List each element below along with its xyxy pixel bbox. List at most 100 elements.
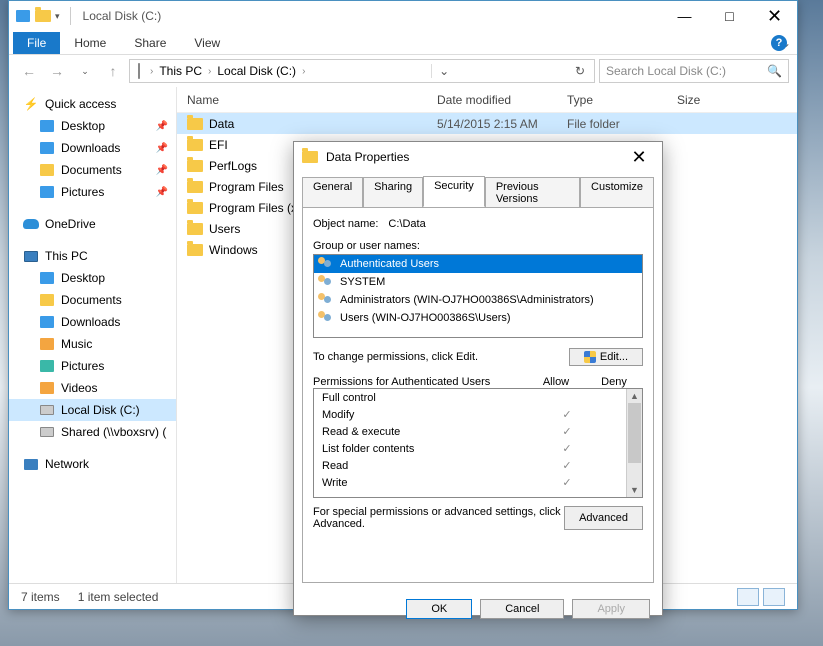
breadcrumb[interactable]: › This PC › Local Disk (C:) › ⌄ ↻ [129,59,595,83]
sidebar-item-local-disk[interactable]: Local Disk (C:) [9,399,176,421]
breadcrumb-dropdown-icon[interactable]: ⌄ [431,64,451,78]
users-icon [318,293,334,307]
advanced-label: For special permissions or advanced sett… [313,506,564,530]
dialog-buttons: OK Cancel Apply [294,591,662,627]
close-button[interactable]: ✕ [752,2,797,30]
chevron-right-icon[interactable]: › [150,66,153,77]
file-name: Windows [209,243,258,257]
sidebar-item-downloads[interactable]: Downloads 📌 [9,137,176,159]
user-list-item[interactable]: Users (WIN-OJ7HO00386S\Users) [314,309,642,327]
tab-file[interactable]: File [13,32,60,54]
close-button[interactable]: ✕ [624,147,654,168]
sidebar-item-this-pc[interactable]: This PC [9,245,176,267]
sidebar-item-desktop[interactable]: Desktop [9,267,176,289]
sidebar-item-network[interactable]: Network [9,453,176,475]
allow-check: ✓ [542,408,592,421]
tab-general[interactable]: General [302,177,363,208]
edit-button[interactable]: Edit... [569,348,643,366]
file-name: PerfLogs [209,159,257,173]
sidebar-item-music[interactable]: Music [9,333,176,355]
tab-share[interactable]: Share [120,32,180,54]
sidebar-item-downloads[interactable]: Downloads [9,311,176,333]
folder-icon [187,181,203,193]
sidebar-item-quick-access[interactable]: ⚡ Quick access [9,93,176,115]
column-type[interactable]: Type [557,93,667,107]
user-name: Users (WIN-OJ7HO00386S\Users) [340,312,511,324]
help-icon[interactable]: ? [771,35,787,51]
sidebar-item-onedrive[interactable]: OneDrive [9,213,176,235]
sidebar-label: Desktop [61,271,105,285]
forward-button[interactable]: → [45,59,69,83]
divider [70,7,71,25]
user-list-item[interactable]: Authenticated Users [314,255,642,273]
scroll-thumb[interactable] [628,403,641,463]
scroll-up-icon[interactable]: ▲ [627,389,642,403]
search-icon[interactable]: 🔍 [767,64,782,78]
recent-locations-icon[interactable]: ⌄ [73,59,97,83]
tab-security[interactable]: Security [423,176,485,207]
tab-view[interactable]: View [180,32,234,54]
advanced-button[interactable]: Advanced [564,506,643,530]
sidebar-item-shared[interactable]: Shared (\\vboxsrv) ( [9,421,176,443]
sidebar-label: Downloads [61,141,120,155]
permission-row: Read & execute✓ [314,423,642,440]
tab-sharing[interactable]: Sharing [363,177,423,208]
pin-icon[interactable]: 📌 [156,187,168,198]
large-icons-view-icon[interactable] [763,588,785,606]
dialog-title-bar[interactable]: Data Properties ✕ [294,142,662,172]
column-name[interactable]: Name [177,93,427,107]
sidebar-item-videos[interactable]: Videos [9,377,176,399]
cancel-button[interactable]: Cancel [480,599,564,619]
apply-button[interactable]: Apply [572,599,650,619]
permission-row: Write✓ [314,474,642,491]
file-name: Program Files [209,180,284,194]
chevron-right-icon[interactable]: › [302,66,305,77]
breadcrumb-current[interactable]: Local Disk (C:) [217,64,296,78]
tab-home[interactable]: Home [60,32,120,54]
drive-icon [138,64,140,78]
tab-previous-versions[interactable]: Previous Versions [485,177,580,208]
quick-folder-icon[interactable] [35,8,51,24]
sidebar-item-pictures[interactable]: Pictures📌 [9,181,176,203]
permissions-list[interactable]: Full controlModify✓Read & execute✓List f… [313,388,643,498]
column-date[interactable]: Date modified [427,93,557,107]
permission-label: Modify [322,409,542,421]
maximize-button[interactable]: □ [707,2,752,30]
tab-customize[interactable]: Customize [580,177,654,208]
group-users-label: Group or user names: [313,240,643,252]
scroll-down-icon[interactable]: ▼ [627,483,642,497]
user-list[interactable]: Authenticated UsersSYSTEM Administrators … [313,254,643,338]
permission-row: List folder contents✓ [314,440,642,457]
quick-access-icon: ⚡ [23,96,39,112]
breadcrumb-root[interactable]: This PC [159,64,202,78]
back-button[interactable]: ← [17,59,41,83]
desktop-icon [39,270,55,286]
sidebar-item-documents[interactable]: Documents [9,289,176,311]
user-list-item[interactable]: Administrators (WIN-OJ7HO00386S\Administ… [314,291,642,309]
sidebar-item-pictures[interactable]: Pictures [9,355,176,377]
permission-label: Read & execute [322,426,542,438]
downloads-icon [39,314,55,330]
pin-icon[interactable]: 📌 [156,121,168,132]
search-input[interactable]: Search Local Disk (C:) 🔍 [599,59,789,83]
chevron-right-icon[interactable]: › [208,66,211,77]
file-name: EFI [209,138,228,152]
sidebar-item-desktop[interactable]: Desktop📌 [9,115,176,137]
up-button[interactable]: ↑ [101,59,125,83]
title-bar[interactable]: ▾ Local Disk (C:) — □ ✕ [9,1,797,31]
pin-icon[interactable]: 📌 [156,165,168,176]
refresh-icon[interactable]: ↻ [570,64,590,78]
scrollbar[interactable]: ▲ ▼ [626,389,642,497]
minimize-button[interactable]: — [662,2,707,30]
documents-icon [39,292,55,308]
user-name: Administrators (WIN-OJ7HO00386S\Administ… [340,294,594,306]
details-view-icon[interactable] [737,588,759,606]
pin-icon[interactable]: 📌 [156,143,168,154]
file-row[interactable]: Data5/14/2015 2:15 AMFile folder [177,113,797,134]
sidebar-item-documents[interactable]: Documents📌 [9,159,176,181]
ok-button[interactable]: OK [406,599,472,619]
user-list-item[interactable]: SYSTEM [314,273,642,291]
folder-icon [187,139,203,151]
qat-dropdown-icon[interactable]: ▾ [55,11,60,22]
column-size[interactable]: Size [667,93,727,107]
